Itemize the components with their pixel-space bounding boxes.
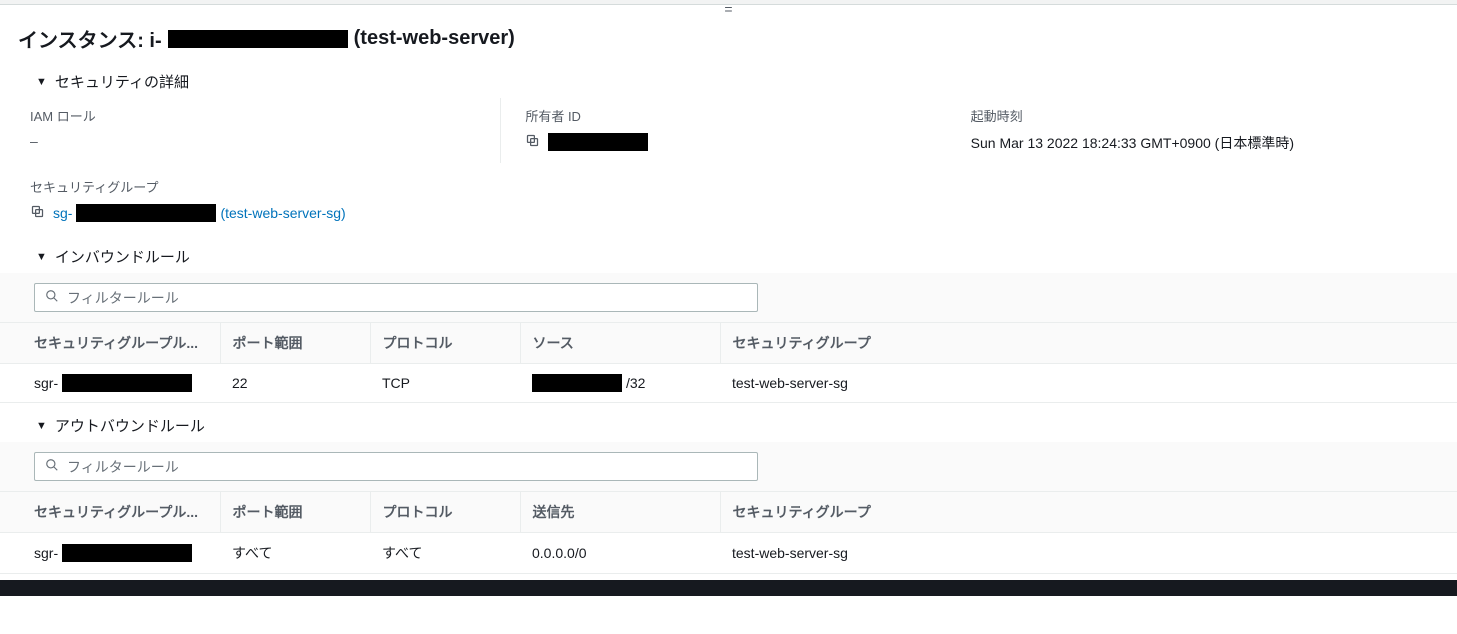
security-groups-value: sg- (test-web-server-sg) [30,204,1441,222]
outbound-filter-wrap [0,442,1457,491]
inbound-rules-block: セキュリティグループル... ポート範囲 プロトコル ソース セキュリティグルー… [0,273,1457,409]
table-row: sgr- すべて すべて 0.0.0.0/0 test-web-server-s… [0,533,1457,574]
section-title-inbound: インバウンドルール [55,246,190,267]
page-title-row: インスタンス: i- (test-web-server) [0,16,1457,65]
outbound-sgr-cell: sgr- [34,544,208,562]
section-toggle-outbound[interactable]: ▼ アウトバウンドルール [0,409,1457,442]
launch-time-col: 起動時刻 Sun Mar 13 2022 18:24:33 GMT+0900 (… [971,98,1441,163]
col-header-sgr[interactable]: セキュリティグループル... [0,323,220,364]
redacted-owner-id [548,133,648,151]
sgr-prefix: sgr- [34,375,58,391]
copy-owner-id-button[interactable] [525,133,540,151]
redacted-sg-id [76,204,216,222]
caret-down-icon: ▼ [36,420,47,432]
inbound-rules-table: セキュリティグループル... ポート範囲 プロトコル ソース セキュリティグルー… [0,322,1457,403]
iam-role-col: IAM ロール – [30,98,500,163]
inbound-filter-input[interactable] [67,290,747,306]
owner-id-label: 所有者 ID [525,106,958,125]
col-header-source[interactable]: ソース [520,323,720,364]
title-prefix: インスタンス: i- [18,24,162,53]
outbound-port-cell: すべて [220,533,370,574]
outbound-filter-input[interactable] [67,459,747,475]
outbound-rules-table: セキュリティグループル... ポート範囲 プロトコル 送信先 セキュリティグルー… [0,491,1457,574]
copy-security-group-button[interactable] [30,204,45,222]
search-icon [45,289,59,306]
security-details-grid: IAM ロール – 所有者 ID 起動時刻 Sun Mar 13 2022 18… [0,98,1457,173]
col-header-sg[interactable]: セキュリティグループ [720,323,1457,364]
col-header-port[interactable]: ポート範囲 [220,323,370,364]
copy-icon [30,204,45,222]
panel-drag-handle[interactable]: = [0,2,1457,16]
col-header-port[interactable]: ポート範囲 [220,492,370,533]
outbound-table-header-row: セキュリティグループル... ポート範囲 プロトコル 送信先 セキュリティグルー… [0,492,1457,533]
outbound-rules-block: セキュリティグループル... ポート範囲 プロトコル 送信先 セキュリティグルー… [0,442,1457,580]
search-icon [45,458,59,475]
section-title-outbound: アウトバウンドルール [55,415,205,436]
inbound-filter-wrap [0,273,1457,322]
outbound-filter-box[interactable] [34,452,758,481]
copy-icon [525,133,540,151]
col-header-sg[interactable]: セキュリティグループ [720,492,1457,533]
launch-time-label: 起動時刻 [971,106,1429,125]
redacted-sgr-id [62,544,192,562]
redacted-sgr-id [62,374,192,392]
section-title-security-details: セキュリティの詳細 [55,71,189,92]
owner-id-value [525,133,958,151]
launch-time-value: Sun Mar 13 2022 18:24:33 GMT+0900 (日本標準時… [971,133,1429,153]
inbound-source-cell: /32 [532,374,708,392]
source-suffix: /32 [626,375,645,391]
col-header-protocol[interactable]: プロトコル [370,323,520,364]
section-toggle-inbound[interactable]: ▼ インバウンドルール [0,240,1457,273]
col-header-protocol[interactable]: プロトコル [370,492,520,533]
inbound-port-cell: 22 [220,364,370,403]
outbound-sg-cell: test-web-server-sg [720,533,1457,574]
page-title: インスタンス: i- (test-web-server) [18,24,515,53]
col-header-destination[interactable]: 送信先 [520,492,720,533]
sgr-prefix: sgr- [34,545,58,561]
iam-role-value: – [30,133,488,149]
inbound-filter-box[interactable] [34,283,758,312]
owner-id-col: 所有者 ID [500,98,970,163]
caret-down-icon: ▼ [36,76,47,88]
security-groups-block: セキュリティグループ sg- (test-web-server-sg) [0,173,1457,240]
sg-name-suffix: (test-web-server-sg) [220,205,345,221]
security-group-link[interactable]: sg- (test-web-server-sg) [53,204,346,222]
inbound-sgr-cell: sgr- [34,374,208,392]
section-toggle-security-details[interactable]: ▼ セキュリティの詳細 [0,65,1457,98]
outbound-destination-cell: 0.0.0.0/0 [520,533,720,574]
inbound-sg-cell: test-web-server-sg [720,364,1457,403]
table-row: sgr- 22 TCP /32 test-web-server-sg [0,364,1457,403]
title-suffix: (test-web-server) [354,27,515,50]
footer-bar [0,580,1457,596]
outbound-protocol-cell: すべて [370,533,520,574]
col-header-sgr[interactable]: セキュリティグループル... [0,492,220,533]
inbound-table-header-row: セキュリティグループル... ポート範囲 プロトコル ソース セキュリティグルー… [0,323,1457,364]
sg-link-prefix: sg- [53,205,72,221]
inbound-protocol-cell: TCP [370,364,520,403]
security-groups-label: セキュリティグループ [30,177,1441,196]
iam-role-label: IAM ロール [30,106,488,125]
redacted-source-ip [532,374,622,392]
caret-down-icon: ▼ [36,251,47,263]
redacted-instance-id [168,30,348,48]
